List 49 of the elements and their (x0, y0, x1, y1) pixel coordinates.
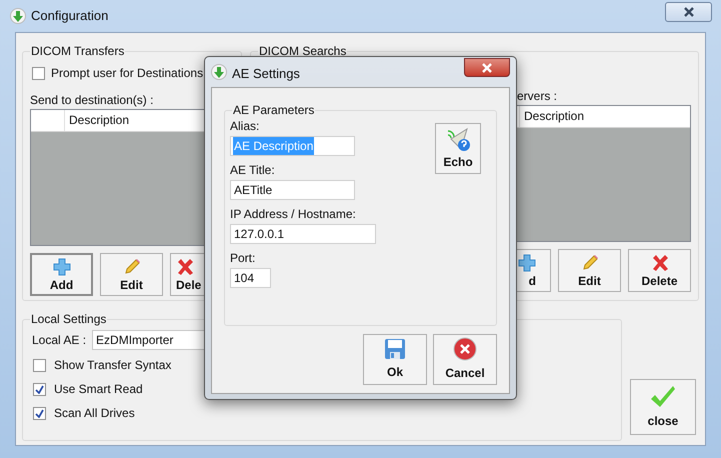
text-field[interactable]: 127.0.0.1 (230, 224, 376, 244)
list-label: Send to destination(s) : (30, 93, 154, 108)
button[interactable]: Edit (558, 249, 621, 292)
button[interactable]: Edit (100, 253, 163, 296)
group-title: DICOM Transfers (30, 44, 126, 58)
dialog-title: AE Settings (232, 65, 300, 83)
text-field[interactable]: AETitle (230, 180, 355, 200)
close-button[interactable] (464, 58, 510, 77)
checkmark-icon (650, 384, 676, 410)
button[interactable]: Ok (363, 334, 427, 385)
close-icon (481, 62, 493, 72)
field-label: Port: (230, 251, 256, 265)
list-label: ervers : (517, 89, 558, 104)
checkbox[interactable] (33, 382, 46, 396)
download-arrow-icon (10, 8, 26, 24)
checkbox[interactable] (33, 358, 46, 372)
close-button[interactable] (665, 2, 712, 22)
plus-icon (52, 258, 70, 276)
cross-icon (176, 258, 194, 276)
cancel-circle-icon (453, 337, 477, 361)
echo-button[interactable]: Echo (435, 123, 481, 174)
window-title: Configuration (31, 7, 108, 26)
close-button[interactable]: close (630, 379, 696, 435)
field-label: AE Title: (230, 163, 276, 177)
checkbox-label: Show Transfer Syntax (54, 357, 172, 374)
group-title: Local Settings (30, 312, 108, 326)
close-icon (682, 7, 694, 17)
field-label: IP Address / Hostname: (230, 207, 357, 221)
checkmark-icon (35, 408, 44, 418)
field-label: Alias: (230, 119, 260, 133)
cross-icon (650, 254, 668, 272)
download-arrow-icon (211, 64, 227, 80)
column-header[interactable]: Description (65, 110, 134, 131)
pencil-icon (122, 258, 140, 276)
checkbox-label: Prompt user for Destinations (51, 65, 204, 82)
checkbox[interactable] (32, 66, 45, 80)
checkmark-icon (35, 384, 44, 394)
network-query-icon (445, 126, 471, 152)
checkbox-label: Scan All Drives (54, 405, 135, 422)
pencil-icon (580, 254, 598, 272)
button[interactable]: Delete (628, 249, 691, 292)
plus-icon (518, 254, 536, 272)
checkbox-label: Use Smart Read (54, 381, 143, 398)
field-label: Local AE : (32, 332, 86, 349)
button[interactable]: Cancel (433, 334, 497, 385)
checkbox[interactable] (33, 406, 46, 420)
button[interactable]: Add (30, 253, 93, 296)
group-title: AE Parameters (232, 103, 316, 117)
text-field[interactable]: 104 (230, 268, 271, 288)
